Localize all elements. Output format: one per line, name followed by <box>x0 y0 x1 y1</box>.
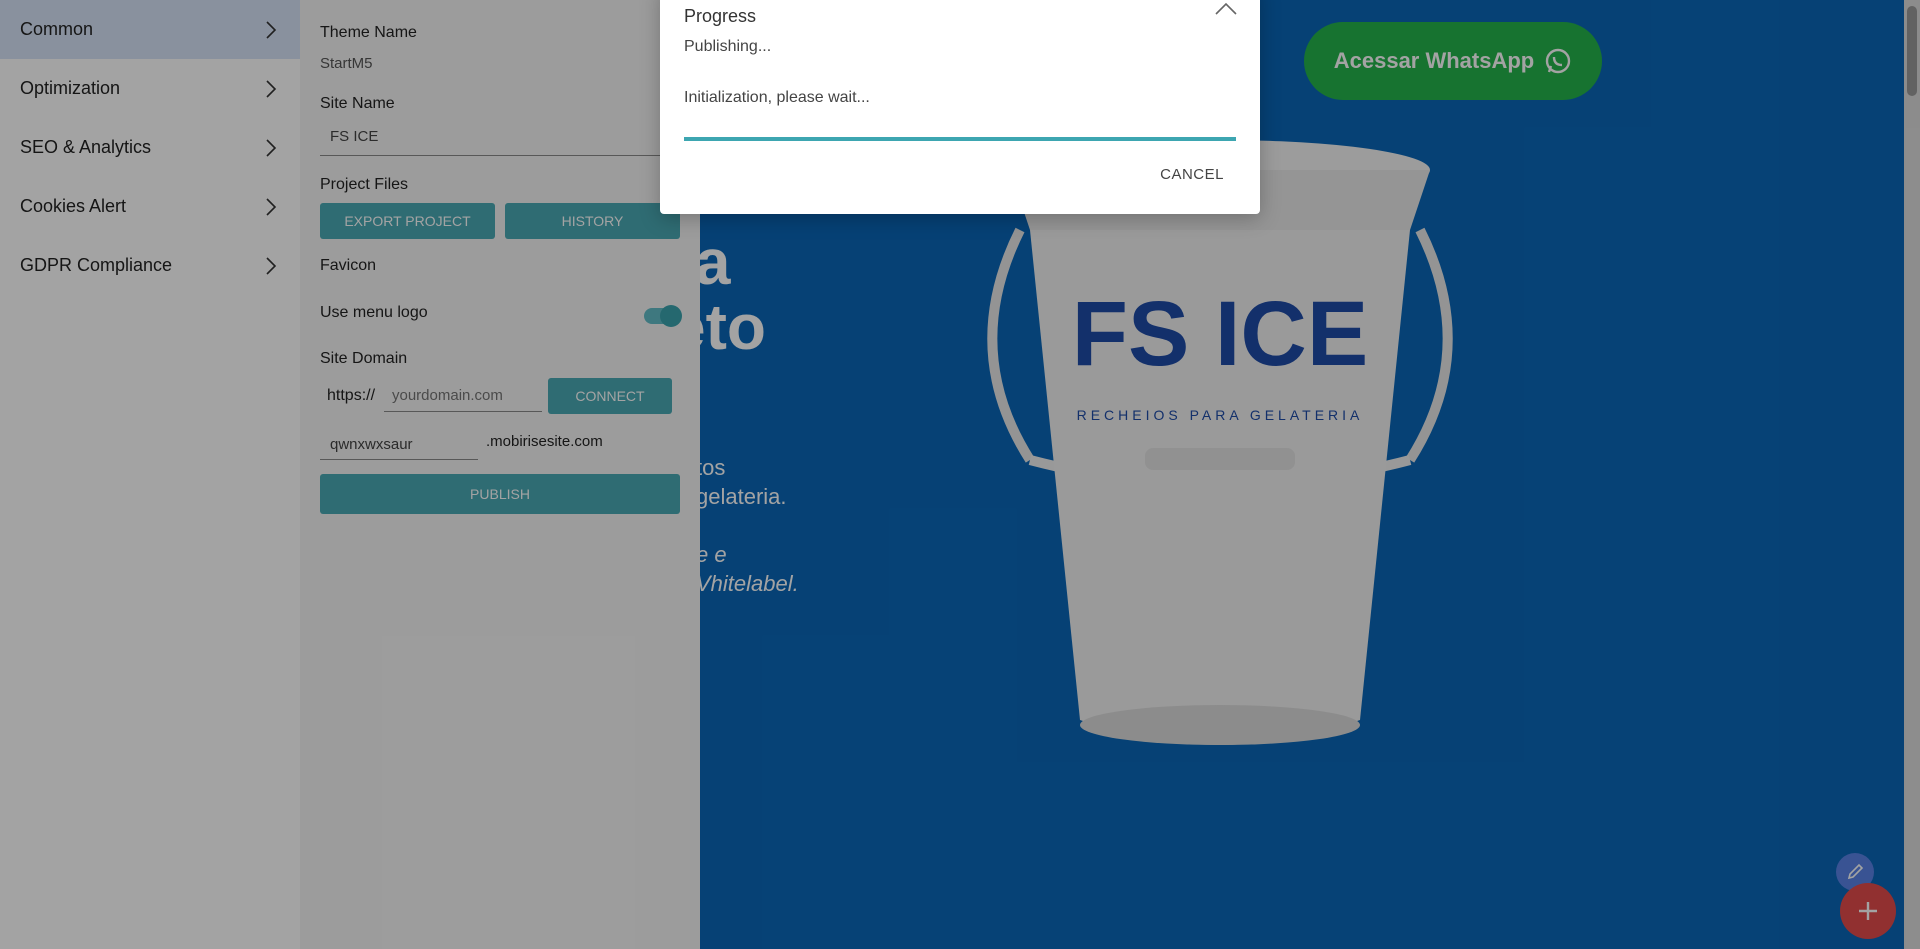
progress-dialog: Progress Publishing... Initialization, p… <box>660 0 1260 214</box>
dialog-title: Progress <box>684 6 757 26</box>
close-icon[interactable] <box>1214 0 1238 24</box>
init-status: Initialization, please wait... <box>684 89 870 106</box>
progress-bar <box>684 137 1236 141</box>
publishing-status: Publishing... <box>684 38 772 55</box>
cancel-button[interactable]: CANCEL <box>1160 166 1224 183</box>
